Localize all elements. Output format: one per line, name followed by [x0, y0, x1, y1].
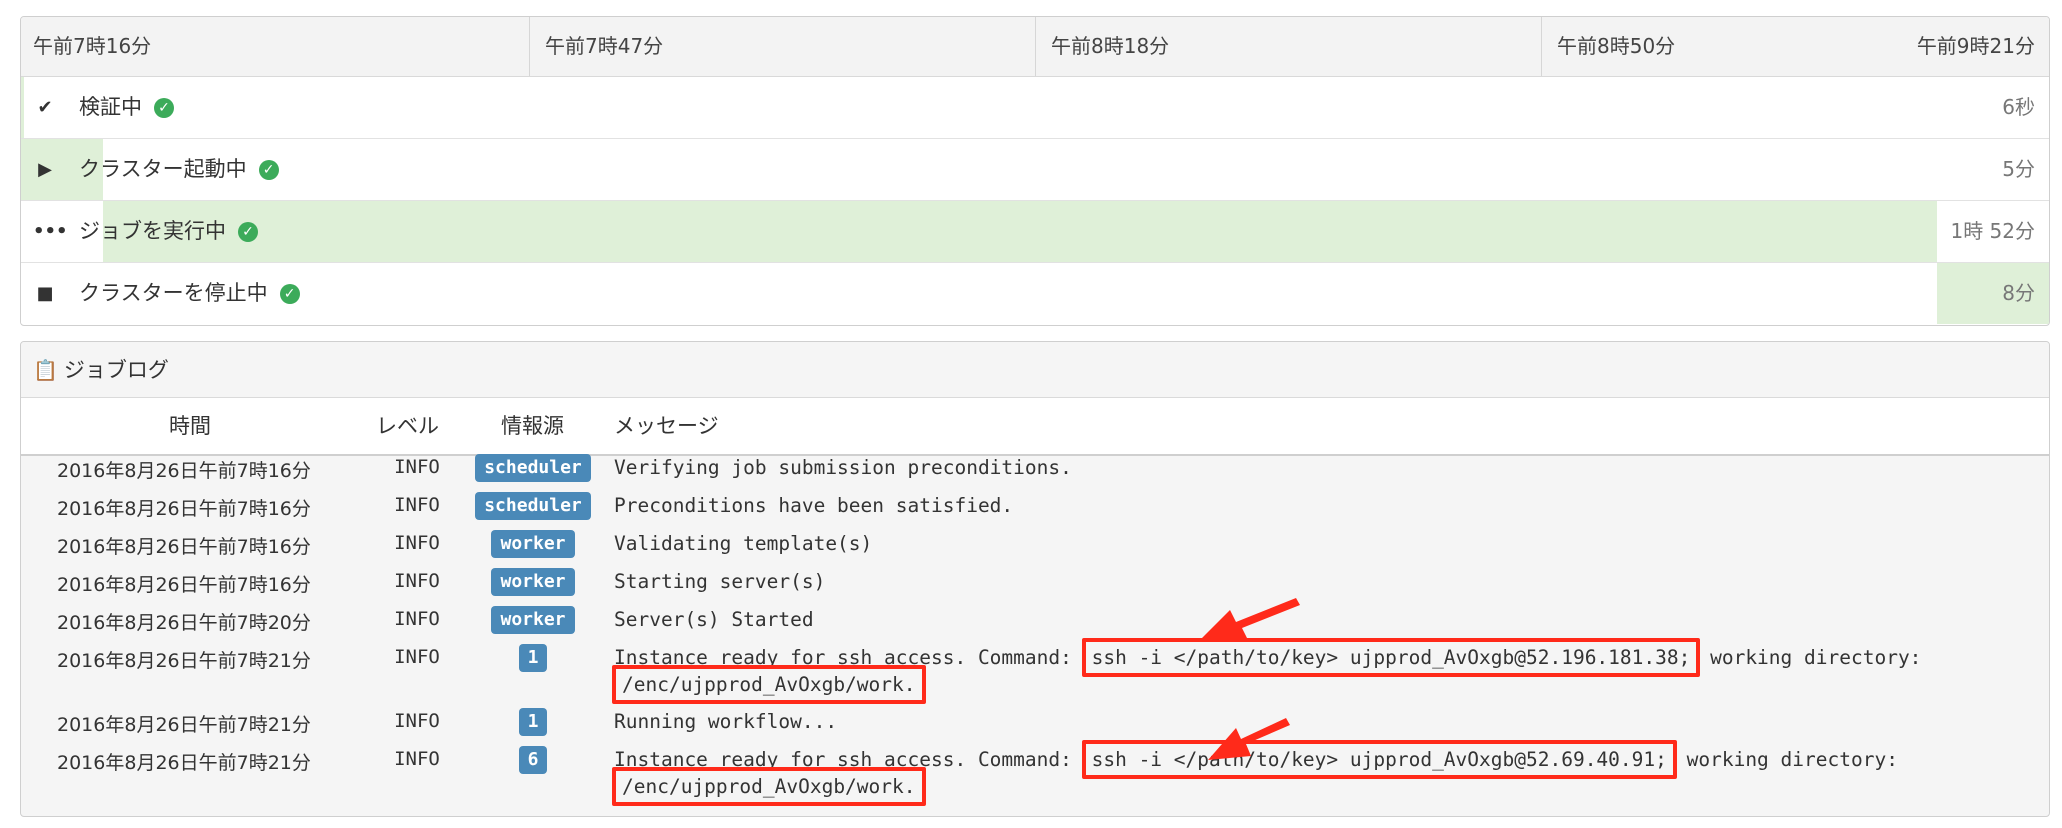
tick-divider — [1035, 17, 1036, 76]
log-level: INFO — [394, 570, 440, 592]
source-badge: 1 — [518, 708, 548, 736]
source-badge: worker — [491, 530, 575, 558]
tick-divider — [529, 17, 530, 76]
log-time: 2016年8月26日午前7時21分 — [57, 714, 311, 736]
log-source: 6 — [466, 746, 600, 774]
column-header-source[interactable]: 情報源 — [501, 398, 564, 454]
tick-divider — [1541, 17, 1542, 76]
log-message: Validating template(s) — [614, 532, 873, 555]
timeline-row-validating[interactable]: ✔ 検証中 ✓ 6秒 — [21, 77, 2049, 139]
log-message-middle: working directory: — [1698, 646, 1934, 669]
timeline-row-duration: 5分 — [2002, 157, 2035, 181]
job-log-panel: 📋 ジョブログ 時間 レベル 情報源 メッセージ 2016年8月26日午前7時16… — [20, 341, 2050, 817]
timeline-bar — [21, 77, 24, 138]
log-source: worker — [466, 606, 600, 634]
annotation-arrow-icon — [1208, 718, 1290, 760]
log-message: Starting server(s) — [614, 570, 826, 593]
log-message: Verifying job submission preconditions. — [614, 456, 1072, 479]
timeline-row-label-text: ジョブを実行中 — [79, 219, 226, 243]
timeline-bar — [103, 201, 1937, 262]
log-message: Preconditions have been satisfied. — [614, 494, 1014, 517]
log-time: 2016年8月26日午前7時20分 — [57, 612, 311, 634]
timeline-row-label: クラスター起動中 ✓ — [79, 139, 279, 200]
timeline-row-label: クラスターを停止中 ✓ — [79, 263, 300, 324]
log-time: 2016年8月26日午前7時16分 — [57, 460, 311, 482]
log-time: 2016年8月26日午前7時16分 — [57, 498, 311, 520]
log-level: INFO — [394, 710, 440, 732]
log-level: INFO — [394, 608, 440, 630]
timeline-row-label: ジョブを実行中 ✓ — [79, 201, 258, 262]
source-badge: 6 — [518, 746, 548, 774]
timeline-row-duration: 6秒 — [2002, 95, 2035, 119]
stop-icon: ■ — [36, 283, 54, 304]
timeline-header: 午前7時16分 午前7時47分 午前8時18分 午前8時50分 午前9時21分 — [21, 17, 2049, 77]
timeline-tick: 午前8時18分 — [1051, 34, 1170, 58]
highlighted-ssh-command[interactable]: ssh -i </path/to/key> ujpprod_AvOxgb@52.… — [1081, 740, 1677, 779]
timeline-row-job-running[interactable]: ••• ジョブを実行中 ✓ 1時 52分 — [21, 201, 2049, 263]
check-circle-icon: ✓ — [258, 160, 279, 180]
log-level: INFO — [394, 646, 440, 668]
log-level: INFO — [394, 532, 440, 554]
log-source: worker — [466, 530, 600, 558]
job-log-title-text: ジョブログ — [63, 358, 169, 382]
timeline-row-duration: 1時 52分 — [1950, 219, 2035, 243]
log-source: 1 — [466, 708, 600, 736]
highlighted-working-directory[interactable]: /enc/ujpprod_AvOxgb/work. — [612, 665, 926, 704]
clipboard-icon: 📋 — [33, 358, 58, 382]
timeline-tick: 午前8時50分 — [1557, 34, 1676, 58]
ellipsis-icon: ••• — [33, 221, 68, 242]
highlighted-working-directory[interactable]: /enc/ujpprod_AvOxgb/work. — [612, 767, 926, 806]
source-badge: 1 — [518, 644, 548, 672]
log-message: Instance ready for ssh access. Command: … — [612, 638, 2034, 704]
log-level: INFO — [394, 456, 440, 478]
log-message: Running workflow... — [614, 710, 838, 733]
log-source: 1 — [466, 644, 600, 672]
source-badge: worker — [491, 606, 575, 634]
column-header-message[interactable]: メッセージ — [614, 398, 719, 454]
log-time: 2016年8月26日午前7時16分 — [57, 574, 311, 596]
job-log-table-header: 時間 レベル 情報源 メッセージ — [21, 398, 2049, 456]
log-message-middle: working directory: — [1674, 748, 1910, 771]
timeline-row-label-text: クラスターを停止中 — [79, 281, 268, 305]
job-timeline-panel: 午前7時16分 午前7時47分 午前8時18分 午前8時50分 午前9時21分 … — [20, 16, 2050, 326]
timeline-row-label-text: 検証中 — [79, 95, 142, 119]
check-circle-icon: ✓ — [154, 98, 174, 118]
log-source: scheduler — [466, 492, 600, 520]
log-source: scheduler — [466, 454, 600, 482]
annotation-arrow-icon — [1198, 598, 1300, 642]
log-source: worker — [466, 568, 600, 596]
log-message: Instance ready for ssh access. Command: … — [612, 740, 2034, 806]
log-level: INFO — [394, 748, 440, 770]
timeline-tick: 午前9時21分 — [1916, 34, 2035, 58]
timeline-row-cluster-stopping[interactable]: ■ クラスターを停止中 ✓ 8分 — [21, 263, 2049, 324]
log-time: 2016年8月26日午前7時21分 — [57, 752, 311, 774]
source-badge: scheduler — [475, 492, 591, 520]
source-badge: worker — [491, 568, 575, 596]
timeline-row-label-text: クラスター起動中 — [79, 157, 247, 181]
timeline-row-label: 検証中 ✓ — [79, 77, 174, 138]
highlighted-ssh-command[interactable]: ssh -i </path/to/key> ujpprod_AvOxgb@52.… — [1081, 638, 1701, 677]
timeline-tick: 午前7時47分 — [545, 34, 664, 58]
check-icon: ✔ — [37, 97, 53, 118]
job-log-title: 📋 ジョブログ — [21, 342, 2049, 398]
check-circle-icon: ✓ — [238, 222, 258, 242]
timeline-tick: 午前7時16分 — [33, 34, 152, 58]
log-time: 2016年8月26日午前7時16分 — [57, 536, 311, 558]
check-circle-icon: ✓ — [279, 284, 300, 304]
log-message: Server(s) Started — [614, 608, 814, 631]
timeline-row-duration: 8分 — [2002, 281, 2035, 305]
log-time: 2016年8月26日午前7時21分 — [57, 650, 311, 672]
play-icon: ▶ — [38, 159, 52, 180]
log-level: INFO — [394, 494, 440, 516]
column-header-time[interactable]: 時間 — [169, 398, 211, 454]
source-badge: scheduler — [475, 454, 591, 482]
column-header-level[interactable]: レベル — [376, 398, 439, 454]
timeline-row-cluster-starting[interactable]: ▶ クラスター起動中 ✓ 5分 — [21, 139, 2049, 201]
